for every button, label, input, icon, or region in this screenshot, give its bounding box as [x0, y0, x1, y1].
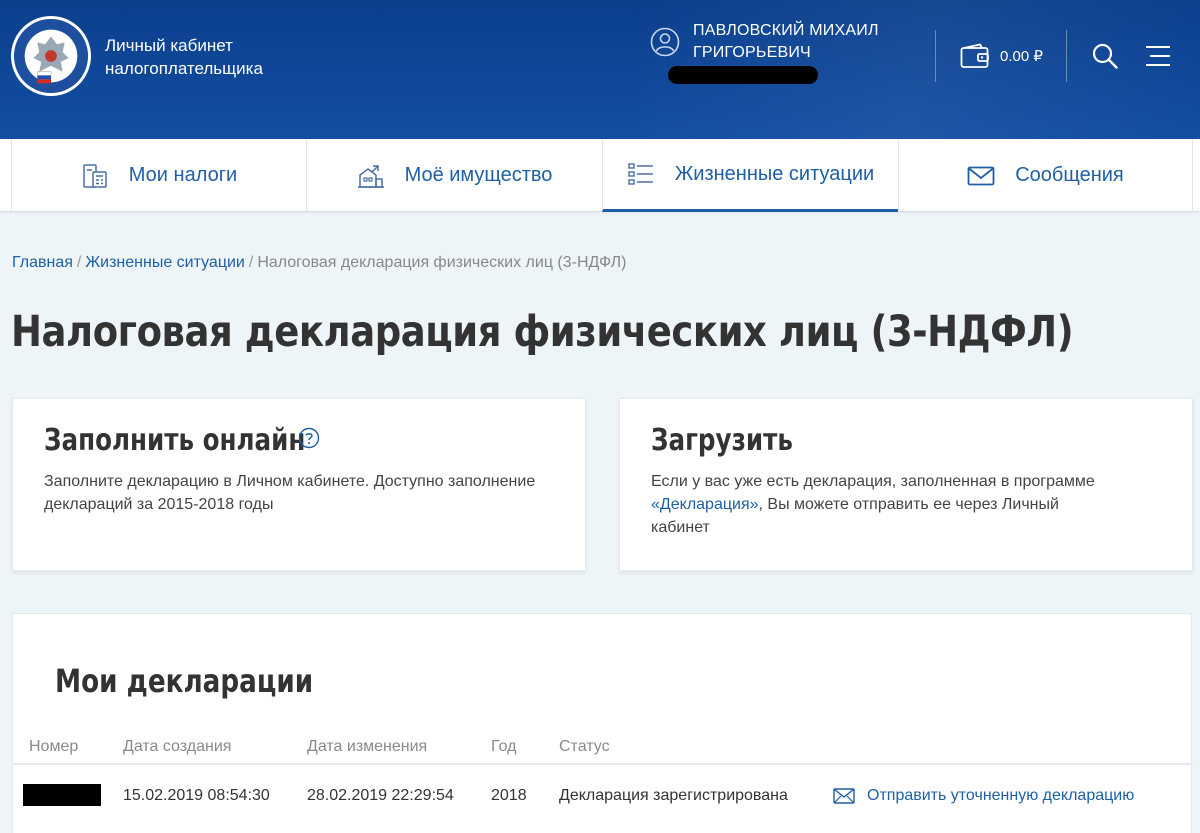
envelope-icon — [967, 166, 995, 185]
cell-year: 2018 — [491, 787, 527, 804]
cell-status: Декларация зарегистрирована — [559, 787, 788, 804]
user-name-line2: ГРИГОРЬЕВИЧ — [693, 44, 811, 61]
header-divider — [1066, 30, 1067, 82]
declaration-program-link[interactable]: «Декларация» — [651, 496, 759, 513]
menu-icon[interactable] — [1145, 44, 1171, 68]
tab-my-property[interactable]: Моё имущество — [306, 139, 602, 212]
send-corrected-declaration-link[interactable]: Отправить уточненную декларацию — [833, 787, 1134, 805]
header-divider — [935, 30, 936, 82]
column-header-modified: Дата изменения — [307, 738, 428, 755]
breadcrumb: Главная / Жизненные ситуации / Налоговая дек… — [12, 254, 626, 272]
redacted-field — [668, 66, 818, 84]
tab-label: Мои налоги — [128, 164, 238, 186]
redacted-declaration-number — [23, 784, 101, 806]
upload-card[interactable]: Загрузить Если у вас уже есть декларация… — [619, 398, 1193, 571]
my-declarations-panel: Мои декларации Номер Дата создания Дата … — [12, 613, 1193, 833]
breadcrumb-separator: / — [248, 254, 254, 271]
app-title-line2: налогоплательщика — [105, 59, 263, 78]
table-header-divider — [13, 763, 1193, 765]
property-icon — [357, 164, 384, 188]
fns-emblem-icon — [13, 18, 89, 94]
breadcrumb-separator: / — [76, 254, 82, 271]
cell-created: 15.02.2019 08:54:30 — [123, 787, 270, 804]
help-icon[interactable] — [298, 427, 320, 449]
fns-logo[interactable] — [11, 16, 91, 96]
upload-text-before: Если у вас уже есть декларация, заполнен… — [651, 473, 1095, 490]
tab-my-taxes[interactable]: Мои налоги — [11, 139, 306, 212]
section-title: Мои декларации — [55, 662, 314, 700]
header: Личный кабинет налогоплательщика ПАВЛОВС… — [0, 0, 1200, 139]
user-name-line1: ПАВЛОВСКИЙ МИХАИЛ — [693, 22, 879, 39]
card-title: Заполнить онлайн — [44, 423, 306, 458]
send-link-label: Отправить уточненную декларацию — [867, 787, 1135, 804]
tab-label: Сообщения — [1015, 164, 1124, 186]
breadcrumb-life-situations[interactable]: Жизненные ситуации — [85, 254, 245, 271]
user-name[interactable]: ПАВЛОВСКИЙ МИХАИЛ ГРИГОРЬЕВИЧ — [693, 20, 879, 64]
column-header-number: Номер — [29, 738, 79, 755]
user-icon[interactable] — [650, 27, 680, 57]
main-nav-tabs: Мои налоги Моё имущество Жизненные ситуа… — [0, 139, 1200, 212]
card-description: Заполните декларацию в Личном кабинете. … — [44, 473, 536, 513]
cell-modified: 28.02.2019 22:29:54 — [307, 787, 454, 804]
column-header-created: Дата создания — [123, 738, 232, 755]
page-title: Налоговая декларация физических лиц (3-Н… — [11, 307, 1074, 357]
tab-label: Моё имущество — [404, 164, 553, 186]
balance-amount[interactable]: 0.00 ₽ — [1000, 47, 1043, 65]
search-icon[interactable] — [1091, 42, 1119, 70]
card-title: Загрузить — [651, 423, 793, 458]
tab-label: Жизненные ситуации — [674, 162, 875, 185]
column-header-year: Год — [491, 738, 517, 755]
fill-online-card[interactable]: Заполнить онлайн Заполните декларацию в … — [12, 398, 586, 571]
breadcrumb-current: Налоговая декларация физических лиц (3-Н… — [257, 254, 627, 271]
taxes-icon — [83, 163, 107, 188]
app-title-line1: Личный кабинет — [105, 36, 233, 55]
column-header-status: Статус — [559, 738, 610, 755]
app-title[interactable]: Личный кабинет налогоплательщика — [105, 34, 263, 80]
envelope-icon — [833, 788, 855, 804]
tab-messages[interactable]: Сообщения — [898, 139, 1193, 212]
wallet-icon[interactable] — [960, 43, 990, 69]
list-icon — [628, 163, 653, 185]
tab-life-situations[interactable]: Жизненные ситуации — [602, 139, 898, 212]
card-description: Если у вас уже есть декларация, заполнен… — [651, 470, 1121, 539]
breadcrumb-home[interactable]: Главная — [12, 254, 73, 271]
